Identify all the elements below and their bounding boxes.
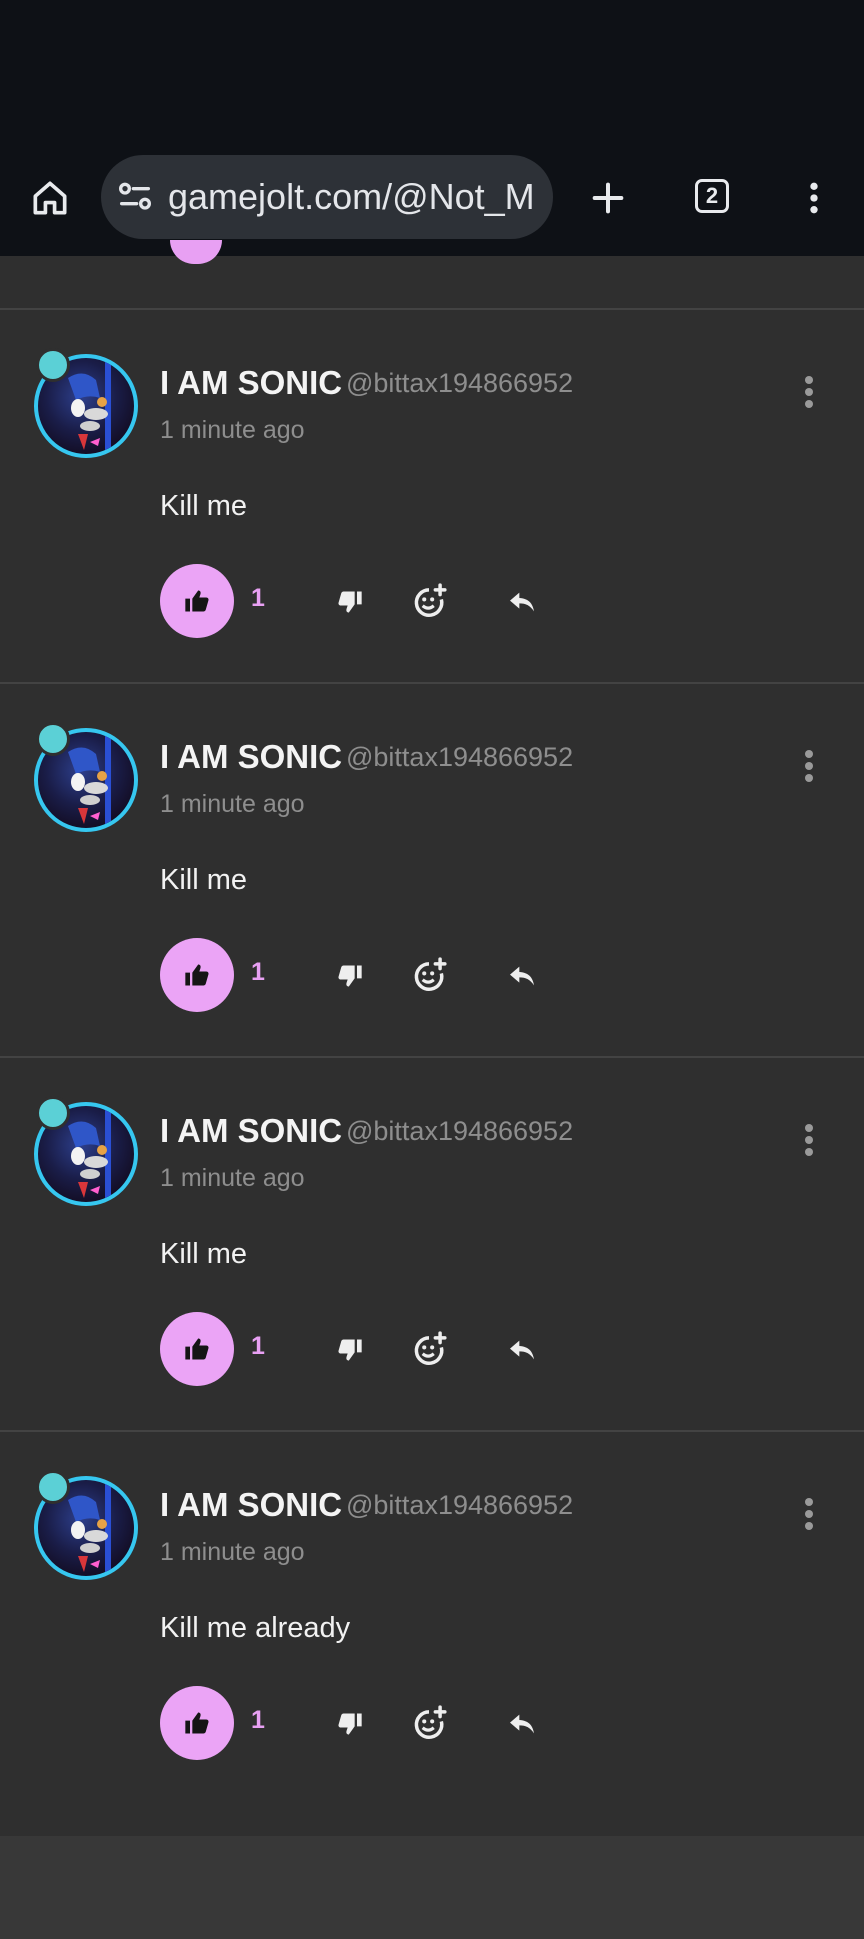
comment-username[interactable]: I AM SONIC: [160, 1112, 342, 1150]
comment-item: I AM SONIC @bittax194866952 1 minute ago…: [0, 1058, 864, 1430]
comment-username[interactable]: I AM SONIC: [160, 364, 342, 402]
avatar-badge-icon: [36, 1470, 70, 1504]
comment-text: Kill me: [160, 864, 248, 896]
thumbs-down-icon: [338, 1713, 362, 1735]
comment-handle[interactable]: @bittax194866952: [346, 742, 573, 773]
comment-more-icon[interactable]: [790, 1492, 828, 1536]
comment-text: Kill me: [160, 1238, 248, 1270]
dislike-button[interactable]: [328, 1702, 372, 1746]
add-emoji-icon: [414, 957, 447, 991]
page-footer-band: [0, 1836, 864, 1939]
comment-more-icon[interactable]: [790, 744, 828, 788]
comment-item: I AM SONIC @bittax194866952 1 minute ago…: [0, 684, 864, 1056]
like-button[interactable]: [160, 938, 234, 1012]
dislike-button[interactable]: [328, 1328, 372, 1372]
comment-username[interactable]: I AM SONIC: [160, 1486, 342, 1524]
reply-button[interactable]: [500, 1702, 544, 1746]
add-reaction-button[interactable]: [406, 578, 452, 624]
comment-more-icon[interactable]: [790, 370, 828, 414]
overflow-menu-icon[interactable]: [786, 170, 842, 226]
comment-handle[interactable]: @bittax194866952: [346, 368, 573, 399]
add-emoji-icon: [414, 1705, 447, 1739]
reply-button[interactable]: [500, 954, 544, 998]
avatar[interactable]: [34, 722, 138, 832]
add-reaction-button[interactable]: [406, 952, 452, 998]
avatar[interactable]: [34, 1096, 138, 1206]
comment-time[interactable]: 1 minute ago: [160, 1538, 305, 1567]
new-tab-plus-icon[interactable]: [580, 170, 636, 226]
comment-item: I AM SONIC @bittax194866952 1 minute ago…: [0, 310, 864, 682]
comment-text: Kill me already: [160, 1612, 351, 1644]
comment-handle[interactable]: @bittax194866952: [346, 1490, 573, 1521]
dislike-button[interactable]: [328, 954, 372, 998]
thumbs-down-icon: [338, 591, 362, 613]
avatar[interactable]: [34, 348, 138, 458]
comment-handle[interactable]: @bittax194866952: [346, 1116, 573, 1147]
url-text[interactable]: gamejolt.com/@Not_Ma: [168, 176, 534, 218]
like-count[interactable]: 1: [251, 958, 265, 987]
add-reaction-button[interactable]: [406, 1700, 452, 1746]
like-count[interactable]: 1: [251, 1332, 265, 1361]
avatar-badge-icon: [36, 1096, 70, 1130]
reply-arrow-icon: [510, 966, 534, 986]
reply-button[interactable]: [500, 580, 544, 624]
reply-arrow-icon: [510, 1340, 534, 1360]
thumbs-down-icon: [338, 965, 362, 987]
comment-item: I AM SONIC @bittax194866952 1 minute ago…: [0, 1432, 864, 1804]
home-icon[interactable]: [22, 170, 78, 226]
like-button[interactable]: [160, 1312, 234, 1386]
thumbs-up-icon: [185, 1338, 209, 1360]
comment-time[interactable]: 1 minute ago: [160, 1164, 305, 1193]
avatar-badge-icon: [36, 722, 70, 756]
like-button[interactable]: [160, 564, 234, 638]
like-count[interactable]: 1: [251, 584, 265, 613]
comment-text: Kill me: [160, 490, 248, 522]
previous-like-button-partial[interactable]: [170, 240, 222, 264]
avatar-badge-icon: [36, 348, 70, 382]
add-emoji-icon: [414, 583, 447, 617]
comment-more-icon[interactable]: [790, 1118, 828, 1162]
status-bar-area: [0, 0, 864, 140]
comment-time[interactable]: 1 minute ago: [160, 790, 305, 819]
add-emoji-icon: [414, 1331, 447, 1365]
comment-username[interactable]: I AM SONIC: [160, 738, 342, 776]
site-settings-icon[interactable]: [115, 177, 155, 222]
reply-arrow-icon: [510, 1714, 534, 1734]
thumbs-up-icon: [185, 590, 209, 612]
dislike-button[interactable]: [328, 580, 372, 624]
reply-button[interactable]: [500, 1328, 544, 1372]
thumbs-up-icon: [185, 1712, 209, 1734]
thumbs-down-icon: [338, 1339, 362, 1361]
like-button[interactable]: [160, 1686, 234, 1760]
thumbs-up-icon: [185, 964, 209, 986]
tab-switcher-button[interactable]: 2: [695, 179, 729, 213]
reply-arrow-icon: [510, 592, 534, 612]
like-count[interactable]: 1: [251, 1706, 265, 1735]
comment-time[interactable]: 1 minute ago: [160, 416, 305, 445]
add-reaction-button[interactable]: [406, 1326, 452, 1372]
avatar[interactable]: [34, 1470, 138, 1580]
